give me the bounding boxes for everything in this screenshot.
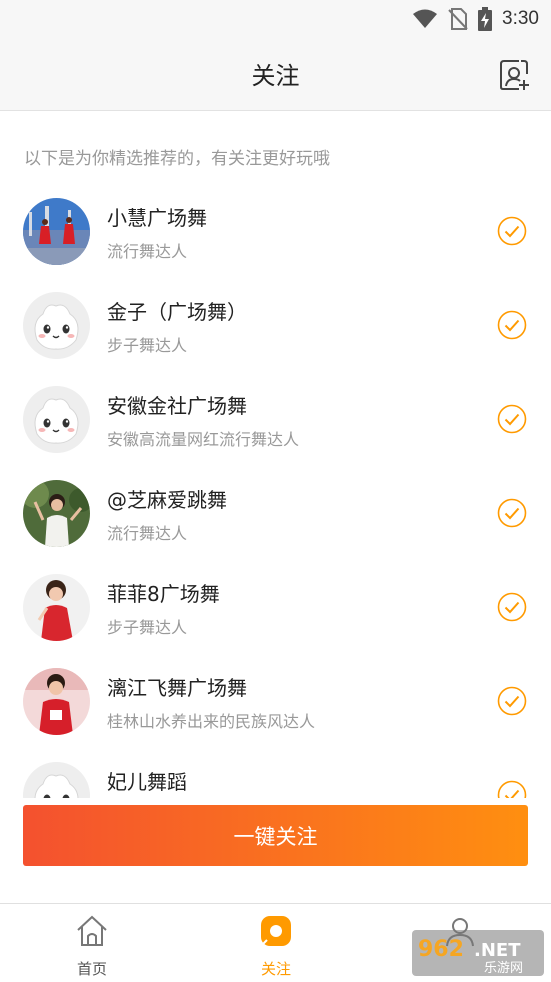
list-item[interactable]: 小慧广场舞 流行舞达人: [0, 180, 551, 274]
user-name: 金子（广场舞）: [107, 300, 247, 324]
watermark-logo: 962 .NET 乐游网: [412, 930, 544, 976]
add-user-icon: [500, 60, 529, 90]
user-description: 桂林山水养出来的民族风达人: [107, 712, 316, 731]
list-item[interactable]: 妃儿舞蹈: [0, 744, 551, 798]
avatar: [23, 668, 90, 735]
tab-follow[interactable]: 关注: [216, 904, 336, 982]
checked-circle-icon[interactable]: [497, 310, 527, 340]
status-time: 3:30: [502, 8, 539, 29]
app-bar: 关注: [0, 38, 551, 111]
checked-circle-icon[interactable]: [497, 498, 527, 528]
watermark-suffix: .NET: [474, 940, 521, 961]
checked-circle-icon[interactable]: [497, 686, 527, 716]
list-item[interactable]: 菲菲8广场舞 步子舞达人: [0, 556, 551, 650]
follow-all-button[interactable]: 一键关注: [23, 805, 528, 866]
user-name: @芝麻爱跳舞: [107, 488, 227, 512]
page-title: 关注: [251, 62, 300, 90]
user-name: 漓江飞舞广场舞: [107, 676, 247, 700]
list-item[interactable]: 安徽金社广场舞 安徽高流量网红流行舞达人: [0, 368, 551, 462]
list-item[interactable]: @芝麻爱跳舞 流行舞达人: [0, 462, 551, 556]
user-name: 小慧广场舞: [107, 206, 207, 230]
list-item[interactable]: 漓江飞舞广场舞 桂林山水养出来的民族风达人: [0, 650, 551, 744]
avatar: [23, 292, 90, 359]
recommendation-hint: 以下是为你精选推荐的，有关注更好玩哦: [24, 149, 330, 169]
user-name: 安徽金社广场舞: [107, 394, 247, 418]
list-item[interactable]: 金子（广场舞） 步子舞达人: [0, 274, 551, 368]
user-description: 安徽高流量网红流行舞达人: [107, 430, 300, 449]
battery-charging-icon: [478, 7, 493, 31]
tab-follow-label: 关注: [260, 960, 291, 978]
wifi-icon: [413, 9, 438, 28]
home-icon: [77, 915, 107, 946]
user-name: 菲菲8广场舞: [107, 582, 220, 606]
recommendation-list: 小慧广场舞 流行舞达人 金子（广场舞） 步子舞达人 安徽金社广场舞 安徽高流量网…: [0, 180, 551, 798]
checked-circle-icon[interactable]: [497, 592, 527, 622]
user-description: 流行舞达人: [107, 242, 188, 261]
status-icons: 3:30: [412, 5, 539, 33]
user-name: 妃儿舞蹈: [107, 770, 187, 794]
user-description: 流行舞达人: [107, 524, 188, 543]
checked-circle-icon[interactable]: [497, 404, 527, 434]
no-sim-icon: [448, 8, 468, 30]
tab-home-label: 首页: [76, 960, 107, 978]
avatar: [23, 762, 90, 798]
tab-home[interactable]: 首页: [32, 904, 152, 982]
watermark-caption: 乐游网: [484, 961, 523, 976]
user-description: 步子舞达人: [107, 336, 188, 355]
avatar: [23, 574, 90, 641]
user-description: 步子舞达人: [107, 618, 188, 637]
avatar: [23, 480, 90, 547]
checked-circle-icon[interactable]: [497, 780, 527, 798]
avatar: [23, 198, 90, 265]
follow-icon: [260, 916, 291, 947]
watermark-number: 962: [418, 937, 464, 962]
checked-circle-icon[interactable]: [497, 216, 527, 246]
add-friend-button[interactable]: [497, 58, 531, 92]
status-bar: 3:30: [0, 0, 551, 38]
avatar: [23, 386, 90, 453]
